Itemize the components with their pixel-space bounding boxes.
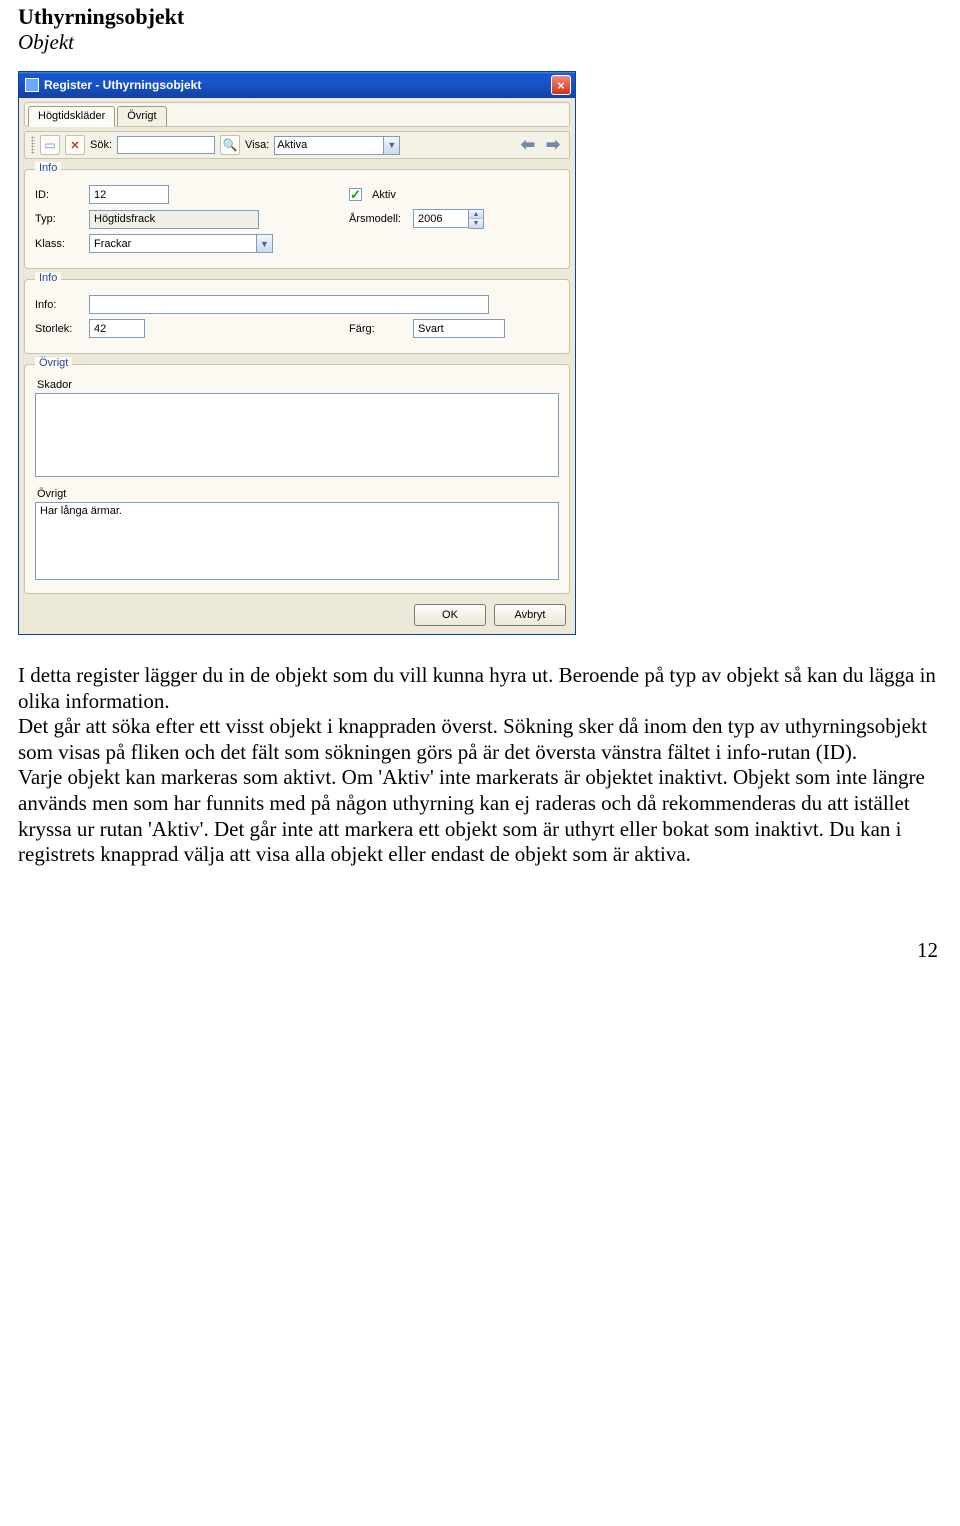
farg-label: Färg: <box>349 323 407 335</box>
ovrigt-label: Övrigt <box>37 488 559 500</box>
klass-field[interactable] <box>89 234 257 253</box>
close-button[interactable]: × <box>551 75 571 95</box>
groupbox-info-1: Info ID: ✓ Aktiv Typ: Årsmodell: <box>24 169 570 269</box>
arsmodell-label: Årsmodell: <box>349 213 407 225</box>
klass-dropdown-button[interactable]: ▼ <box>257 234 273 253</box>
skador-textarea[interactable] <box>35 393 559 477</box>
search-button[interactable]: 🔍 <box>220 135 240 155</box>
delete-icon: ✕ <box>70 139 79 152</box>
page-number: 12 <box>18 938 942 963</box>
sok-label: Sök: <box>90 139 112 151</box>
new-button[interactable]: ▭ <box>40 135 60 155</box>
arsmodell-field[interactable] <box>413 209 469 228</box>
groupbox-info-1-title: Info <box>35 162 61 174</box>
groupbox-info-2-title: Info <box>35 272 61 284</box>
toolbar-grip <box>31 136 35 154</box>
next-button[interactable]: ➡ <box>543 136 563 154</box>
delete-button[interactable]: ✕ <box>65 135 85 155</box>
skador-label: Skador <box>37 379 559 391</box>
groupbox-ovrigt-title: Övrigt <box>35 357 72 369</box>
storlek-label: Storlek: <box>35 323 83 335</box>
chevron-down-icon: ▼ <box>260 239 269 249</box>
titlebar: Register - Uthyrningsobjekt × <box>19 72 575 98</box>
id-field[interactable] <box>89 185 169 204</box>
tab-strip: Högtidskläder Övrigt <box>24 102 570 127</box>
typ-field[interactable] <box>89 210 259 229</box>
caret-up-icon: ▲ <box>473 211 480 218</box>
groupbox-ovrigt: Övrigt Skador Övrigt <box>24 364 570 594</box>
search-input[interactable] <box>117 136 215 154</box>
app-icon <box>25 78 39 92</box>
toolbar: ▭ ✕ Sök: 🔍 Visa: ▼ <box>24 131 570 159</box>
id-label: ID: <box>35 189 83 201</box>
info-field[interactable] <box>89 295 489 314</box>
ovrigt-textarea[interactable] <box>35 502 559 580</box>
arsmodell-up[interactable]: ▲ <box>469 210 483 219</box>
new-icon: ▭ <box>44 138 55 152</box>
register-window: Register - Uthyrningsobjekt × Högtidsklä… <box>18 71 576 635</box>
caret-down-icon: ▼ <box>473 220 480 227</box>
body-text: I detta register lägger du in de objekt … <box>18 663 942 868</box>
groupbox-info-2: Info Info: Storlek: Färg: <box>24 279 570 354</box>
chevron-down-icon: ▼ <box>387 140 396 150</box>
typ-label: Typ: <box>35 213 83 225</box>
prev-button[interactable]: ⬅ <box>518 136 538 154</box>
info-label: Info: <box>35 299 83 311</box>
storlek-field[interactable] <box>89 319 145 338</box>
arsmodell-down[interactable]: ▼ <box>469 219 483 228</box>
arrow-right-icon: ➡ <box>546 135 560 155</box>
farg-field[interactable] <box>413 319 505 338</box>
tab-hogtidsklader[interactable]: Högtidskläder <box>28 106 115 127</box>
visa-select[interactable] <box>274 136 384 155</box>
aktiv-label: Aktiv <box>372 189 396 201</box>
close-icon: × <box>557 79 565 92</box>
visa-dropdown-button[interactable]: ▼ <box>384 136 400 155</box>
aktiv-checkbox[interactable]: ✓ <box>349 188 362 201</box>
search-icon: 🔍 <box>223 138 238 152</box>
doc-heading: Uthyrningsobjekt <box>18 4 942 30</box>
doc-subheading: Objekt <box>18 30 942 55</box>
window-title: Register - Uthyrningsobjekt <box>44 78 201 92</box>
avbryt-button[interactable]: Avbryt <box>494 604 566 626</box>
arrow-left-icon: ⬅ <box>521 135 535 155</box>
klass-label: Klass: <box>35 238 83 250</box>
visa-label: Visa: <box>245 139 269 151</box>
dialog-buttons: OK Avbryt <box>24 604 570 626</box>
tab-ovrigt[interactable]: Övrigt <box>117 106 166 126</box>
ok-button[interactable]: OK <box>414 604 486 626</box>
